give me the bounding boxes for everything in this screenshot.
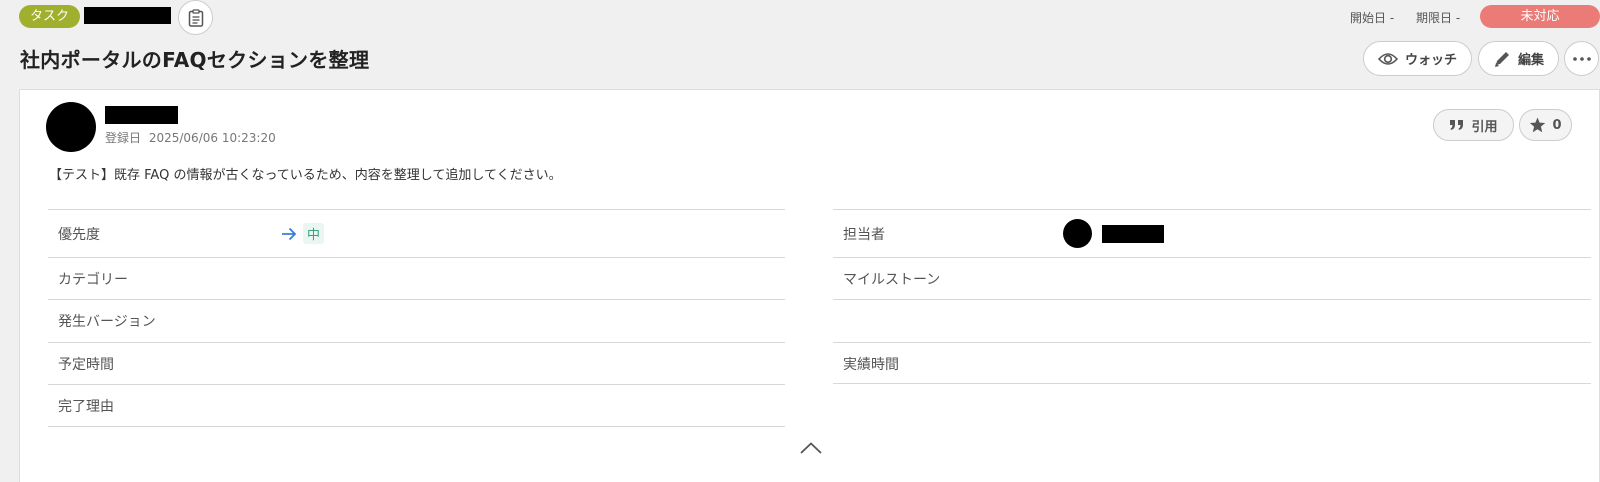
quote-icon (1450, 120, 1464, 130)
assignee-avatar (1063, 219, 1092, 248)
edit-button[interactable]: 編集 (1478, 41, 1559, 76)
start-date-label: 開始日 (1350, 11, 1387, 25)
eye-icon (1377, 52, 1398, 65)
property-row-assignee: 担当者 (833, 209, 1591, 257)
author-avatar (46, 102, 96, 152)
priority-value: 中 (281, 223, 325, 244)
quote-button[interactable]: 引用 (1433, 109, 1514, 141)
priority-label: 優先度 (58, 227, 100, 243)
priority-badge: 中 (303, 223, 325, 244)
properties-right: 担当者 マイルストーン 実績時間 (833, 209, 1591, 384)
issue-title: 社内ポータルのFAQセクションを整理 (20, 48, 370, 72)
due-date: 期限日 - (1416, 9, 1460, 26)
category-label: カテゴリー (58, 272, 128, 288)
property-row-version: 発生バージョン (48, 299, 785, 342)
due-date-value: - (1455, 11, 1461, 25)
author-name-redacted (105, 106, 178, 124)
registered-label: 登録日 (105, 131, 142, 145)
registered-date: 登録日 2025/06/06 10:23:20 (105, 129, 276, 146)
star-button[interactable]: 0 (1519, 109, 1572, 141)
registered-value: 2025/06/06 10:23:20 (148, 131, 276, 145)
chevron-up-icon (800, 442, 822, 454)
property-row-actual-hours: 実績時間 (833, 342, 1591, 384)
property-row-resolution: 完了理由 (48, 384, 785, 427)
due-date-label: 期限日 (1416, 11, 1453, 25)
actual-hours-label: 実績時間 (843, 357, 899, 373)
issue-description: 【テスト】既存 FAQ の情報が古くなっているため、内容を整理して追加してくださ… (49, 168, 562, 183)
pencil-icon (1494, 51, 1509, 67)
watch-label: ウォッチ (1404, 53, 1457, 68)
copy-key-button[interactable] (178, 0, 213, 35)
property-row-empty (833, 299, 1591, 342)
more-button[interactable] (1564, 41, 1599, 76)
start-date-value: - (1389, 11, 1395, 25)
issue-key-redacted (84, 7, 171, 24)
issue-card: 登録日 2025/06/06 10:23:20 引用 0 【テスト】既存 FAQ… (19, 89, 1600, 482)
star-icon (1530, 117, 1546, 133)
property-row-priority: 優先度 中 (48, 209, 785, 257)
resolution-label: 完了理由 (58, 399, 114, 415)
version-label: 発生バージョン (58, 314, 156, 330)
assignee-value (1063, 219, 1164, 248)
edit-label: 編集 (1517, 53, 1544, 68)
status-badge[interactable]: 未対応 (1480, 5, 1600, 28)
quote-label: 引用 (1471, 119, 1498, 135)
assignee-label: 担当者 (843, 227, 885, 243)
estimated-hours-label: 予定時間 (58, 357, 114, 373)
clipboard-icon (188, 8, 203, 27)
issue-type-badge: タスク (19, 5, 80, 28)
properties-left: 優先度 中 カテゴリー 発生バージョン 予定時間 完了理由 (48, 209, 785, 427)
property-row-estimated-hours: 予定時間 (48, 342, 785, 384)
start-date: 開始日 - (1350, 9, 1394, 26)
collapse-properties-button[interactable] (796, 438, 826, 458)
arrow-right-icon (282, 227, 297, 240)
property-row-category: カテゴリー (48, 257, 785, 299)
watch-button[interactable]: ウォッチ (1363, 41, 1472, 76)
star-count: 0 (1552, 117, 1562, 133)
milestone-label: マイルストーン (843, 272, 941, 288)
property-row-milestone: マイルストーン (833, 257, 1591, 299)
assignee-name-redacted (1102, 224, 1164, 243)
more-dots-icon (1572, 56, 1591, 61)
